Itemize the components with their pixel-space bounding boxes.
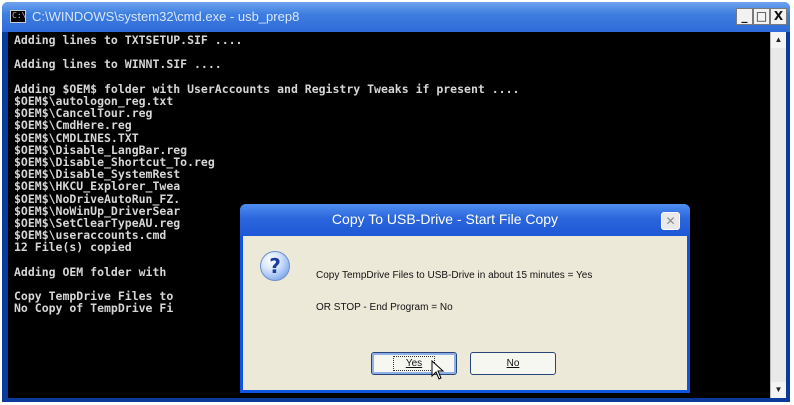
question-icon: ? <box>260 251 290 281</box>
scroll-up-arrow-icon[interactable]: ▲ <box>771 32 786 48</box>
dialog-close-button[interactable]: ✕ <box>661 212 680 230</box>
no-button[interactable]: No <box>470 352 556 375</box>
dialog-message-line-1: Copy TempDrive Files to USB-Drive in abo… <box>316 270 593 281</box>
dialog-title: Copy To USB-Drive - Start File Copy <box>331 211 559 227</box>
no-button-label: No <box>506 358 520 369</box>
close-button[interactable]: X <box>770 8 787 25</box>
dialog-message-line-2: OR STOP - End Program = No <box>316 302 453 313</box>
mouse-pointer-icon <box>431 360 445 380</box>
yes-button-label: Yes <box>392 356 436 371</box>
maximize-button[interactable]: □ <box>753 8 770 25</box>
cmd-app-icon[interactable]: C:\ <box>10 10 26 23</box>
minimize-button[interactable]: _ <box>736 8 753 25</box>
cmd-title-bar[interactable]: C:\ C:\WINDOWS\system32\cmd.exe - usb_pr… <box>2 2 790 32</box>
dialog-body: ? Copy TempDrive Files to USB-Drive in a… <box>243 236 687 390</box>
cmd-window-title: C:\WINDOWS\system32\cmd.exe - usb_prep8 <box>32 9 300 24</box>
vertical-scrollbar[interactable]: ▲ ▼ <box>770 32 786 398</box>
copy-dialog: Copy To USB-Drive - Start File Copy ✕ ? … <box>240 204 690 393</box>
scroll-down-arrow-icon[interactable]: ▼ <box>771 382 786 398</box>
dialog-title-bar[interactable]: Copy To USB-Drive - Start File Copy ✕ <box>240 204 690 236</box>
